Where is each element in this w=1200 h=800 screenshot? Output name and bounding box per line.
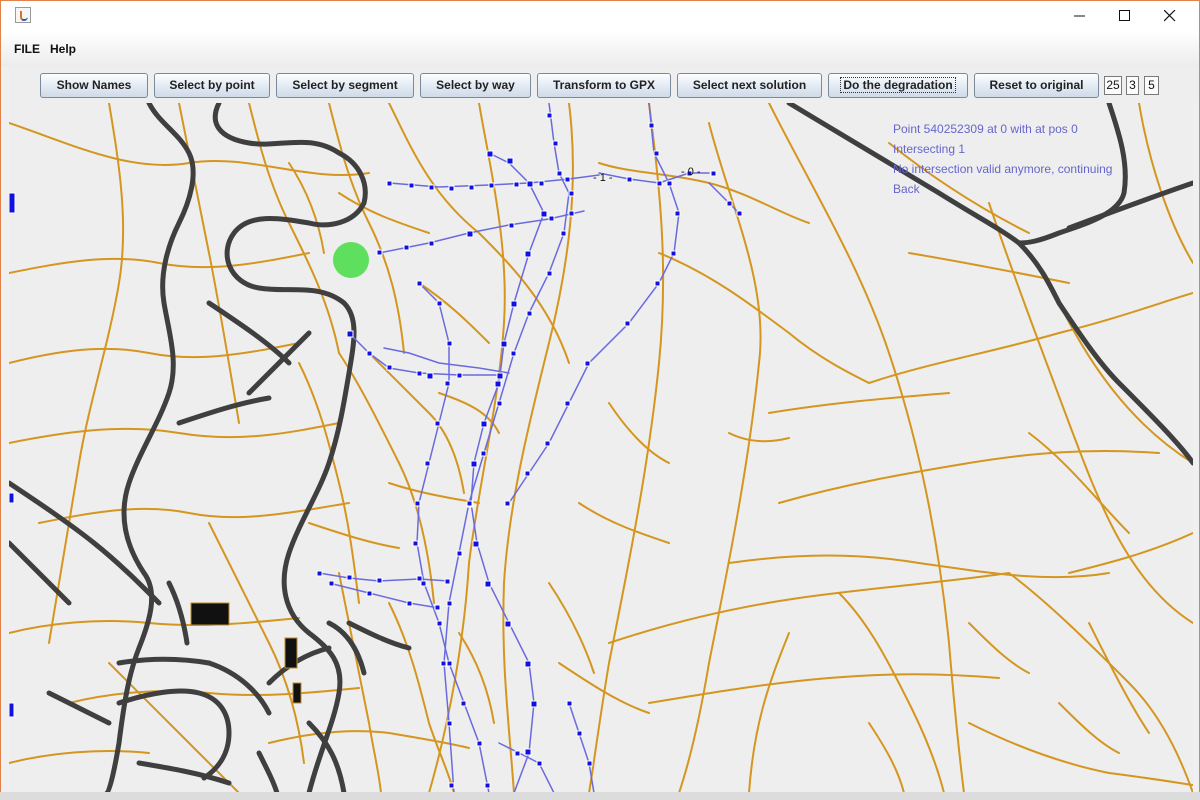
maximize-icon bbox=[1119, 10, 1130, 21]
menu-help[interactable]: Help bbox=[50, 42, 76, 56]
solution-label-0: - 0 - bbox=[681, 166, 701, 178]
log-line: Back bbox=[893, 182, 920, 196]
selected-point-marker bbox=[333, 242, 369, 278]
log-line: Intersecting 1 bbox=[893, 142, 966, 156]
log-line: No intersection valid anymore, continuin… bbox=[893, 162, 1113, 176]
log-line: Point 540252309 at 0 with at pos 0 bbox=[893, 122, 1078, 136]
minimize-button[interactable] bbox=[1057, 1, 1103, 31]
reset-to-original-button[interactable]: Reset to original bbox=[974, 73, 1099, 98]
title-bar bbox=[1, 1, 1199, 31]
menu-bar: FILE Help bbox=[1, 31, 1199, 67]
status-log: Point 540252309 at 0 with at pos 0 Inter… bbox=[893, 119, 1112, 199]
select-by-segment-button[interactable]: Select by segment bbox=[276, 73, 414, 98]
solution-label-1: - 1 - bbox=[593, 172, 613, 184]
map-canvas[interactable]: - 1 - - 0 - bbox=[9, 103, 1193, 793]
parameter-field-2[interactable]: 3 bbox=[1126, 76, 1139, 95]
do-the-degradation-label: Do the degradation bbox=[840, 77, 956, 93]
map-drawing: - 1 - - 0 - bbox=[9, 103, 1193, 793]
minimize-icon bbox=[1074, 15, 1085, 17]
gpx-track-points bbox=[9, 112, 743, 789]
gpx-track-lines bbox=[318, 103, 740, 793]
parameter-field-3[interactable]: 5 bbox=[1144, 76, 1159, 95]
select-next-solution-button[interactable]: Select next solution bbox=[677, 73, 822, 98]
parameter-field-1[interactable]: 25 bbox=[1104, 76, 1122, 95]
menu-file[interactable]: FILE bbox=[14, 42, 40, 56]
close-icon bbox=[1164, 10, 1176, 22]
select-by-point-button[interactable]: Select by point bbox=[154, 73, 270, 98]
close-button[interactable] bbox=[1147, 1, 1193, 31]
select-by-way-button[interactable]: Select by way bbox=[420, 73, 531, 98]
transform-to-gpx-button[interactable]: Transform to GPX bbox=[537, 73, 671, 98]
java-coffee-icon bbox=[15, 7, 31, 23]
maximize-button[interactable] bbox=[1102, 1, 1148, 31]
do-the-degradation-button[interactable]: Do the degradation bbox=[828, 73, 968, 98]
taskbar-edge bbox=[0, 792, 1200, 800]
show-names-button[interactable]: Show Names bbox=[40, 73, 148, 98]
buildings bbox=[190, 602, 302, 704]
toolbar: Show Names Select by point Select by seg… bbox=[9, 67, 1199, 103]
application-window: FILE Help Show Names Select by point Sel… bbox=[0, 0, 1200, 800]
